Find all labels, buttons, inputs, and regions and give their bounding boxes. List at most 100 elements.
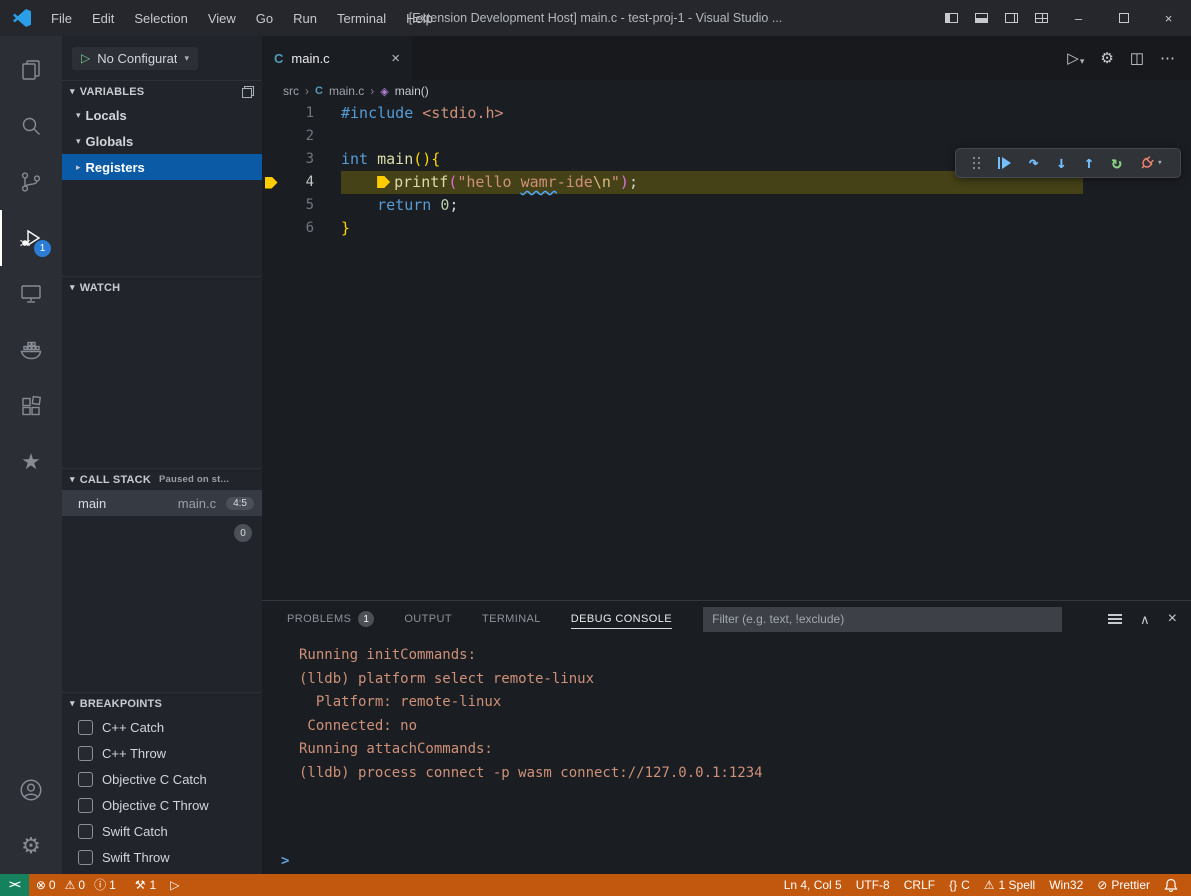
breakpoint-objc-throw[interactable]: Objective C Throw <box>62 792 262 818</box>
callstack-frame[interactable]: main main.c 4:5 <box>62 490 262 516</box>
toggle-panel-icon[interactable] <box>966 0 996 36</box>
menu-selection[interactable]: Selection <box>124 0 197 36</box>
breakpoint-swift-catch[interactable]: Swift Catch <box>62 818 262 844</box>
code-line[interactable]: 2 <box>262 125 1191 148</box>
menu-view[interactable]: View <box>198 0 246 36</box>
more-actions-icon[interactable]: ⋯ <box>1160 49 1175 67</box>
code-line[interactable]: 6} <box>262 217 1191 240</box>
symbol-method-icon: ◈ <box>380 85 388 98</box>
glyph-margin[interactable] <box>262 177 280 189</box>
activity-source-control[interactable] <box>0 154 62 210</box>
code-line[interactable]: 5 return 0; <box>262 194 1191 217</box>
menu-file[interactable]: File <box>41 0 82 36</box>
checkbox[interactable] <box>78 772 93 787</box>
maximize-button[interactable] <box>1101 0 1146 36</box>
checkbox[interactable] <box>78 850 93 865</box>
drag-handle-icon[interactable] <box>973 157 980 170</box>
watch-header[interactable]: ▾ WATCH <box>62 276 262 298</box>
chevron-down-icon: ▾ <box>70 282 75 293</box>
remote-indicator[interactable]: >< <box>0 874 29 896</box>
variables-item-globals[interactable]: ▾ Globals <box>62 128 262 154</box>
variables-item-locals[interactable]: ▾ Locals <box>62 102 262 128</box>
breadcrumb-symbol[interactable]: main() <box>395 84 429 98</box>
code-token: printf <box>394 173 448 191</box>
console-filter-input[interactable] <box>703 607 1062 632</box>
maximize-panel-icon[interactable]: ∧ <box>1140 613 1150 626</box>
eol-indicator[interactable]: CRLF <box>897 874 942 896</box>
breakpoint-objc-catch[interactable]: Objective C Catch <box>62 766 262 792</box>
code-line[interactable]: 1#include <stdio.h> <box>262 102 1191 125</box>
code-text[interactable]: #include <stdio.h> <box>341 102 504 125</box>
breakpoint-cpp-catch[interactable]: C++ Catch <box>62 714 262 740</box>
variables-header[interactable]: ▾ VARIABLES <box>62 80 262 102</box>
close-window-button[interactable]: × <box>1146 0 1191 36</box>
tab-debug-console[interactable]: DEBUG CONSOLE <box>571 601 672 637</box>
toggle-sidebar-icon[interactable] <box>936 0 966 36</box>
continue-button[interactable] <box>998 157 1012 169</box>
activity-docker[interactable] <box>0 322 62 378</box>
vscode-window: File Edit Selection View Go Run Terminal… <box>0 0 1191 896</box>
activity-search[interactable] <box>0 98 62 154</box>
activity-settings[interactable]: ⚙ <box>0 818 62 874</box>
step-over-button[interactable]: ↷ <box>1029 155 1039 172</box>
collapse-all-icon[interactable] <box>242 86 254 98</box>
activity-marketplace[interactable]: ★ <box>0 434 62 490</box>
toggle-secondary-sidebar-icon[interactable] <box>996 0 1026 36</box>
console-input-row[interactable]: > <box>262 848 1191 874</box>
checkbox[interactable] <box>78 824 93 839</box>
breakpoint-cpp-throw[interactable]: C++ Throw <box>62 740 262 766</box>
launch-config-dropdown[interactable]: ▷ No Configurat ▾ <box>72 47 198 70</box>
console-lines-icon[interactable] <box>1108 618 1122 620</box>
notifications-bell[interactable] <box>1157 874 1185 896</box>
code-editor[interactable]: 1#include <stdio.h>23int main(){4 printf… <box>262 102 1191 600</box>
breadcrumb-file[interactable]: main.c <box>329 84 364 98</box>
step-out-button[interactable]: ↑ <box>1084 155 1094 172</box>
customize-layout-icon[interactable] <box>1026 0 1056 36</box>
activity-remote-explorer[interactable] <box>0 266 62 322</box>
formatter-status[interactable]: ⊘ Prettier <box>1090 874 1157 896</box>
platform-indicator[interactable]: Win32 <box>1042 874 1090 896</box>
encoding-indicator[interactable]: UTF-8 <box>849 874 897 896</box>
variables-item-registers[interactable]: ▸ Registers <box>62 154 262 180</box>
language-label: C <box>961 878 970 892</box>
tab-terminal[interactable]: TERMINAL <box>482 601 541 637</box>
activity-account[interactable] <box>0 762 62 818</box>
code-text[interactable]: int main(){ <box>341 148 440 171</box>
disconnect-button[interactable]: ▾ <box>1139 155 1162 171</box>
language-mode[interactable]: {} C <box>942 874 977 896</box>
tab-main-c[interactable]: C main.c × <box>262 36 412 80</box>
tools-status[interactable]: ⚒ 1 <box>128 874 163 896</box>
run-file-button[interactable]: ▷▾ <box>1067 49 1084 67</box>
restart-button[interactable]: ↻ <box>1112 155 1122 172</box>
code-text[interactable]: } <box>341 217 350 240</box>
code-text[interactable]: return 0; <box>341 194 458 217</box>
close-panel-icon[interactable]: × <box>1168 611 1177 627</box>
formatter-label: Prettier <box>1111 878 1150 892</box>
settings-gear-icon[interactable]: ⚙ <box>1100 49 1113 67</box>
checkbox[interactable] <box>78 798 93 813</box>
menu-edit[interactable]: Edit <box>82 0 124 36</box>
minimize-button[interactable]: – <box>1056 0 1101 36</box>
problems-status[interactable]: ⊗0 ⚠0 ⓘ1 <box>29 874 128 896</box>
breakpoint-swift-throw[interactable]: Swift Throw <box>62 844 262 870</box>
checkbox[interactable] <box>78 746 93 761</box>
activity-explorer[interactable] <box>0 42 62 98</box>
checkbox[interactable] <box>78 720 93 735</box>
activity-run-and-debug[interactable]: 1 <box>0 210 62 266</box>
menu-run[interactable]: Run <box>283 0 327 36</box>
split-editor-icon[interactable]: ◫ <box>1130 49 1144 67</box>
spell-checker-status[interactable]: ⚠ 1 Spell <box>977 874 1042 896</box>
breakpoints-header[interactable]: ▾ BREAKPOINTS <box>62 692 262 714</box>
menu-terminal[interactable]: Terminal <box>327 0 396 36</box>
debug-console-output[interactable]: Running initCommands:(lldb) platform sel… <box>262 637 1191 848</box>
callstack-header[interactable]: ▾ CALL STACK Paused on st... <box>62 468 262 490</box>
menu-go[interactable]: Go <box>246 0 283 36</box>
cursor-position[interactable]: Ln 4, Col 5 <box>777 874 849 896</box>
debug-status[interactable]: ▷ <box>163 874 186 896</box>
tab-problems[interactable]: PROBLEMS 1 <box>287 601 374 637</box>
activity-extensions[interactable] <box>0 378 62 434</box>
step-into-button[interactable]: ↓ <box>1056 155 1066 172</box>
close-tab-icon[interactable]: × <box>391 50 400 67</box>
tab-output[interactable]: OUTPUT <box>404 601 452 637</box>
breadcrumb-src[interactable]: src <box>283 84 299 98</box>
